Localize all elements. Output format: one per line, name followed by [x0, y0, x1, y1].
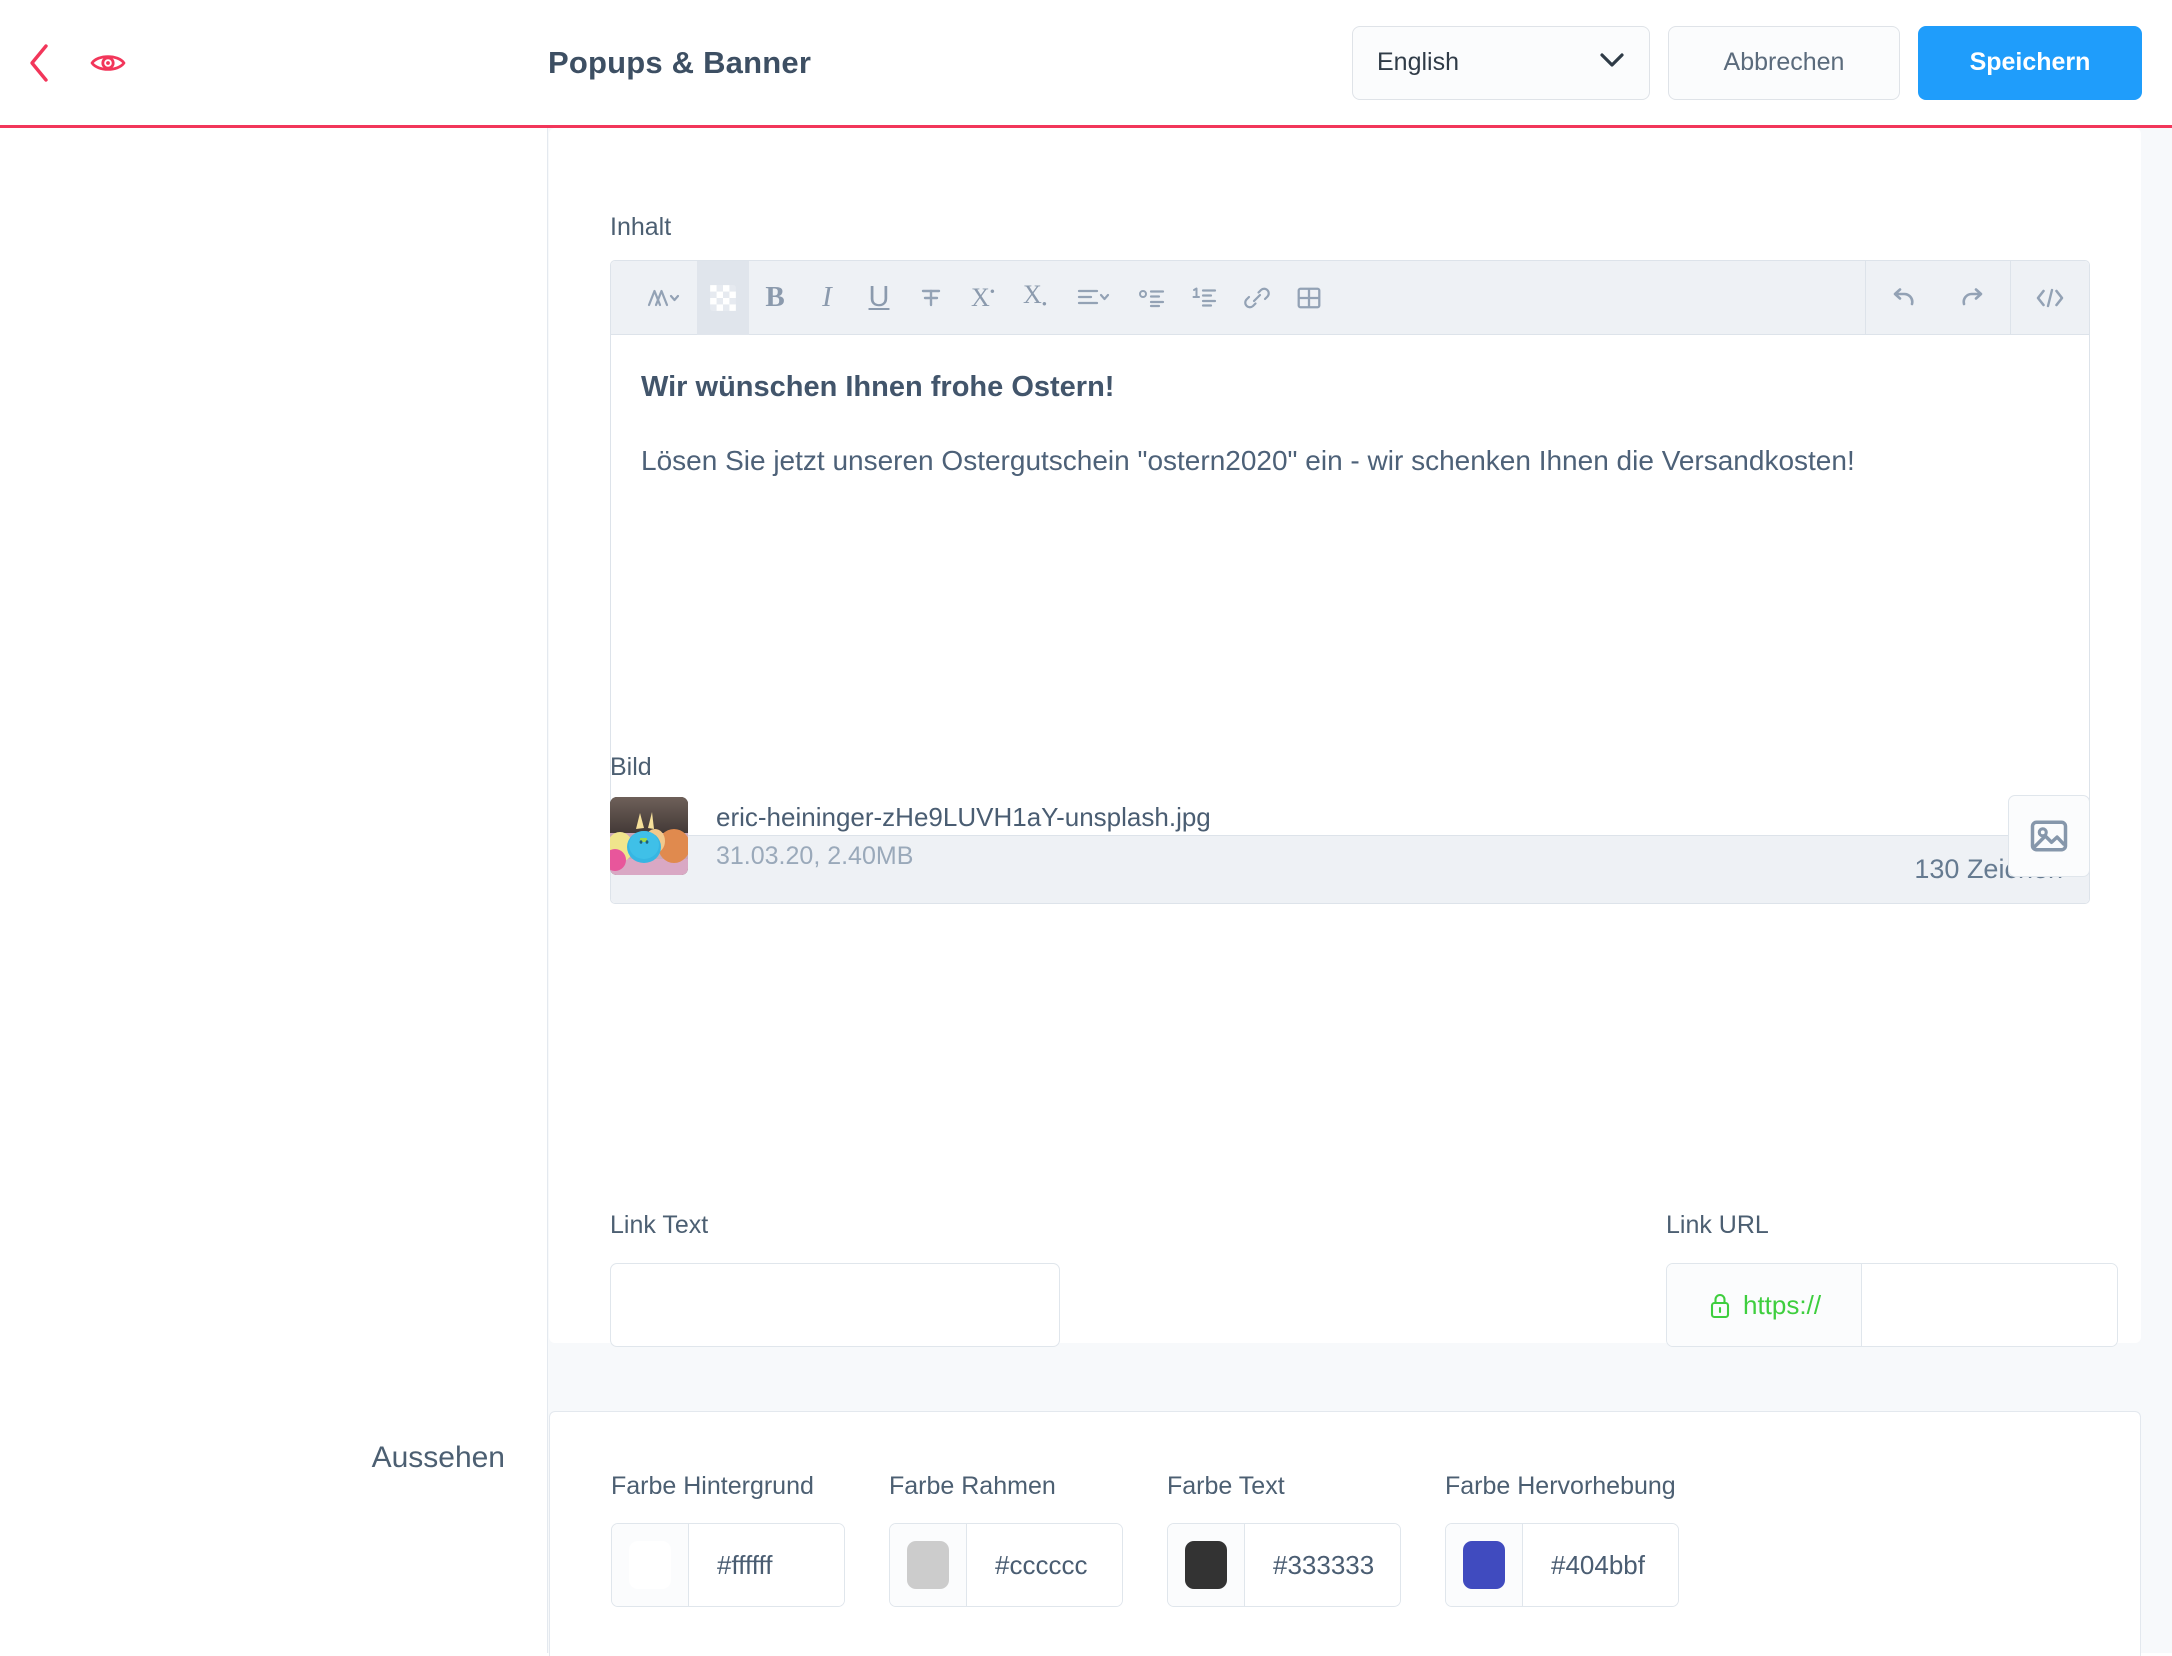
image-thumbnail[interactable]	[610, 797, 688, 875]
color-label-background: Farbe Hintergrund	[611, 1472, 814, 1500]
color-label-text: Farbe Text	[1167, 1472, 1285, 1500]
color-swatch-cell-border[interactable]	[890, 1524, 967, 1606]
link-url-group: https://	[1666, 1263, 2118, 1347]
color-grid: Farbe Hintergrund #ffffff Farbe Rahmen #…	[611, 1472, 1723, 1607]
lock-icon	[1710, 1293, 1730, 1318]
appearance-section-title: Aussehen	[371, 1441, 505, 1474]
color-field-background[interactable]: #ffffff	[611, 1523, 845, 1607]
color-field-highlight[interactable]: #404bbf	[1445, 1523, 1679, 1607]
save-button[interactable]: Speichern	[1918, 25, 2142, 100]
color-swatch-cell-highlight[interactable]	[1446, 1524, 1523, 1606]
color-field-text[interactable]: #333333	[1167, 1523, 1401, 1607]
link-icon[interactable]	[1231, 261, 1283, 335]
undo-icon[interactable]	[1872, 261, 1938, 335]
color-swatch-text	[1185, 1541, 1227, 1589]
color-swatch-border	[907, 1541, 949, 1589]
superscript-icon[interactable]: X•	[957, 261, 1009, 335]
link-text-label: Link Text	[610, 1211, 709, 1239]
eye-icon	[90, 54, 126, 71]
image-row: eric-heininger-zHe9LUVH1aY-unsplash.jpg …	[610, 790, 2090, 882]
color-hex-border[interactable]: #cccccc	[967, 1524, 1122, 1606]
editor-content-area[interactable]: Wir wünschen Ihnen frohe Ostern! Lösen S…	[611, 335, 2089, 835]
link-url-prefix-text: https://	[1743, 1289, 1822, 1320]
language-select-value: English	[1377, 48, 1459, 76]
strikethrough-icon[interactable]	[905, 261, 957, 335]
image-label: Bild	[610, 753, 652, 781]
color-field-border[interactable]: #cccccc	[889, 1523, 1123, 1607]
color-label-highlight: Farbe Hervorhebung	[1445, 1472, 1676, 1500]
chevron-down-icon	[1599, 52, 1625, 73]
color-swatch-highlight	[1463, 1541, 1505, 1589]
app-header: Popups & Banner English Abbrechen Speich…	[0, 0, 2172, 128]
content-label: Inhalt	[610, 213, 672, 241]
subscript-icon[interactable]: X•	[1009, 261, 1061, 335]
left-rail	[0, 128, 548, 1653]
image-file-name: eric-heininger-zHe9LUVH1aY-unsplash.jpg	[716, 801, 1211, 832]
header-left-actions	[22, 39, 130, 87]
editor-paragraph: Lösen Sie jetzt unseren Ostergutschein "…	[641, 445, 1855, 476]
color-cell-text: Farbe Text #333333	[1167, 1472, 1445, 1607]
color-cell-background: Farbe Hintergrund #ffffff	[611, 1472, 889, 1607]
chevron-left-icon	[30, 43, 48, 82]
preview-button[interactable]	[86, 46, 130, 80]
link-url-prefix: https://	[1667, 1264, 1862, 1346]
table-icon[interactable]	[1283, 261, 1335, 335]
color-hex-highlight[interactable]: #404bbf	[1523, 1524, 1678, 1606]
image-picker-button[interactable]	[2008, 795, 2090, 877]
color-swatch-cell-text[interactable]	[1168, 1524, 1245, 1606]
source-code-icon[interactable]	[2017, 261, 2083, 335]
bulleted-list-icon[interactable]	[1127, 261, 1179, 335]
back-button[interactable]	[22, 39, 56, 87]
image-meta: eric-heininger-zHe9LUVH1aY-unsplash.jpg …	[716, 802, 1211, 871]
image-file-meta: 31.03.20, 2.40MB	[716, 841, 914, 870]
font-style-icon[interactable]	[631, 261, 697, 335]
language-select[interactable]: English	[1352, 25, 1650, 100]
redo-icon[interactable]	[1938, 261, 2004, 335]
image-picker-icon	[2030, 820, 2068, 852]
easter-eggs-thumbnail	[610, 797, 688, 875]
link-url-input[interactable]	[1862, 1264, 2117, 1346]
color-hex-background[interactable]: #ffffff	[689, 1524, 844, 1606]
color-swatch-cell-background[interactable]	[612, 1524, 689, 1606]
link-url-label: Link URL	[1666, 1211, 1769, 1239]
color-label-border: Farbe Rahmen	[889, 1472, 1056, 1500]
color-swatch-background	[629, 1541, 671, 1589]
appearance-card: Farbe Hintergrund #ffffff Farbe Rahmen #…	[549, 1411, 2141, 1656]
editor-heading: Wir wünschen Ihnen frohe Ostern!	[641, 371, 1115, 403]
bold-icon[interactable]: B	[749, 261, 801, 335]
italic-icon[interactable]: I	[801, 261, 853, 335]
page-title: Popups & Banner	[548, 44, 812, 80]
link-text-input[interactable]	[610, 1263, 1060, 1347]
cancel-button[interactable]: Abbrechen	[1668, 25, 1900, 100]
content-column: Inhalt B I U X• X• Wir wünschen Ihnen fr…	[372, 128, 2172, 1656]
underline-icon[interactable]: U	[853, 261, 905, 335]
color-cell-border: Farbe Rahmen #cccccc	[889, 1472, 1167, 1607]
content-card: Inhalt B I U X• X• Wir wünschen Ihnen fr…	[549, 128, 2141, 1347]
text-color-icon[interactable]	[697, 261, 749, 335]
numbered-list-icon[interactable]	[1179, 261, 1231, 335]
editor-toolbar: B I U X• X•	[611, 261, 2089, 335]
header-right-actions: English Abbrechen Speichern	[1352, 25, 2144, 100]
color-cell-highlight: Farbe Hervorhebung #404bbf	[1445, 1472, 1723, 1607]
color-hex-text[interactable]: #333333	[1245, 1524, 1400, 1606]
align-icon[interactable]	[1061, 261, 1127, 335]
page-body: Inhalt B I U X• X• Wir wünschen Ihnen fr…	[0, 128, 2172, 1656]
